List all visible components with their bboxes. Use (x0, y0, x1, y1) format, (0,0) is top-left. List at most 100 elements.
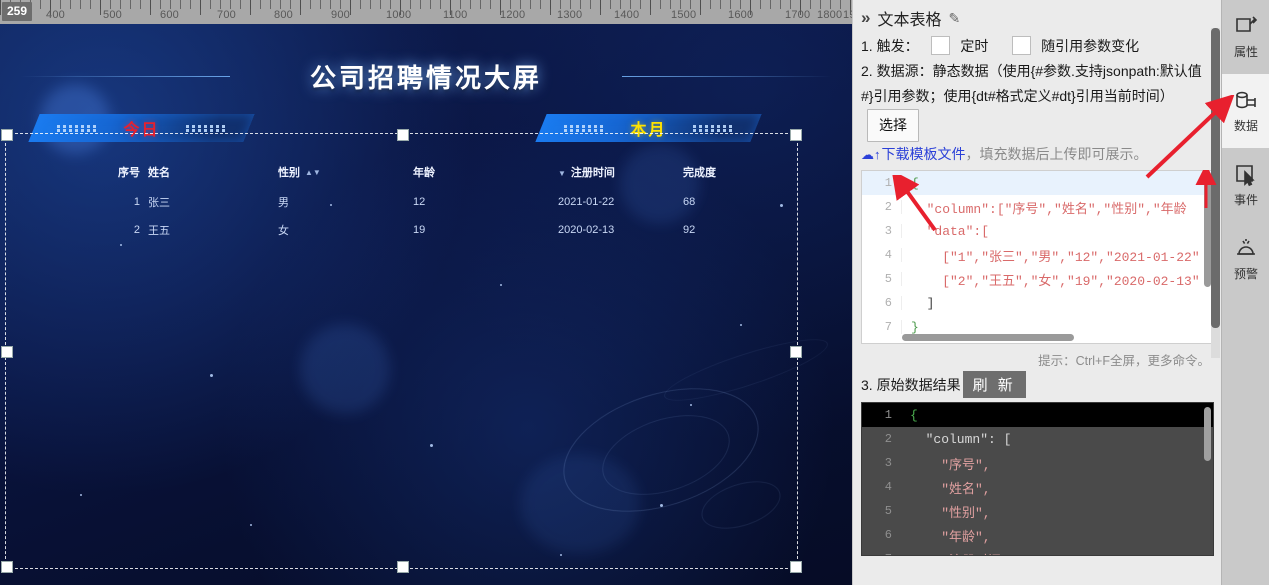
checkbox-param-change[interactable] (1012, 36, 1032, 55)
checkbox-timer-label: 定时 (960, 38, 989, 54)
rail-item-data[interactable]: 数据 (1222, 74, 1269, 148)
ruler-tick-label: 1500 (671, 9, 697, 21)
ruler-tick-label: 1200 (500, 9, 526, 21)
right-icon-rail: 属性 数据 事件 预警 (1221, 0, 1269, 585)
app-root: 259 400 500 600 700 800 900 1000 1100 12… (0, 0, 1269, 585)
dashboard-canvas[interactable]: 公司招聘情况大屏 今日 本月 序号 姓名 性别 ▲▼ 年龄 ▼ 注册时间 完成度… (0, 24, 852, 585)
ruler-position-badge: 259 (2, 2, 33, 21)
filter-icon[interactable]: ▼ (558, 169, 566, 178)
col-header-gender[interactable]: 性别 ▲▼ (278, 160, 413, 188)
editor-line[interactable]: 1 { (862, 171, 1213, 195)
editor-line[interactable]: 4 ["1","张三","男","12","2021-01-22" (862, 243, 1213, 267)
refresh-button[interactable]: 刷 新 (962, 371, 1026, 398)
resize-handle-nw[interactable] (1, 129, 13, 141)
col-header-index[interactable]: 序号 (114, 160, 148, 188)
resize-handle-s[interactable] (396, 561, 409, 573)
cell-name: 王五 (148, 225, 170, 237)
cell-progress: 68 (683, 196, 696, 208)
line-number: 3 (884, 456, 892, 470)
panel-scrollbar[interactable] (1211, 28, 1220, 358)
line-number: 1 (862, 176, 902, 190)
line-number: 1 (884, 408, 892, 422)
col-header-regtime[interactable]: ▼ 注册时间 (558, 160, 683, 188)
download-hint: ，填充数据后上传即可展示。 (965, 146, 1148, 162)
line-content: "序号", (910, 457, 991, 473)
line-content: "姓名", (910, 481, 991, 497)
panel-title: 文本表格 (877, 12, 942, 29)
editor-line[interactable]: 1 { (862, 403, 1213, 427)
editor-line[interactable]: 3 "data":[ (862, 219, 1213, 243)
download-template-link[interactable]: 下载模板文件 (882, 146, 966, 162)
banner-dots-icon (692, 124, 733, 132)
raw-result-editor[interactable]: 1 { 2 "column": [ 3 "序号", 4 "姓名", 5 "性别"… (861, 402, 1214, 556)
line-content: "年龄", (910, 529, 991, 545)
ruler-tick-label: 800 (274, 9, 293, 21)
line-content: } (911, 319, 919, 335)
properties-icon (1233, 14, 1259, 40)
checkbox-timer[interactable] (931, 36, 951, 55)
cell-gender: 女 (278, 225, 289, 237)
table-row[interactable]: 1 张三 男 12 2021-01-22 68 (114, 188, 787, 216)
resize-handle-se[interactable] (790, 561, 802, 573)
ruler-tick-label: 1000 (386, 9, 412, 21)
editor-line[interactable]: 2 "column": [ (862, 427, 1213, 451)
line-content: "data":[ (911, 223, 990, 239)
resize-handle-ne[interactable] (790, 129, 802, 141)
result-section: 3. 原始数据结果 刷 新 (853, 371, 1222, 398)
line-number: 3 (862, 224, 902, 238)
line-number: 5 (862, 272, 902, 286)
rail-item-alarm[interactable]: 预警 (1222, 222, 1269, 296)
editor-line[interactable]: 5 ["2","王五","女","19","2020-02-13" (862, 267, 1213, 291)
download-row: ☁↑下载模板文件，填充数据后上传即可展示。 (853, 142, 1222, 168)
editor-vscrollbar[interactable] (1204, 175, 1211, 331)
table-header-row: 序号 姓名 性别 ▲▼ 年龄 ▼ 注册时间 完成度 (114, 160, 787, 188)
editor-line[interactable]: 5 "性别", (862, 499, 1213, 523)
cell-index: 1 (133, 196, 140, 208)
col-header-gender-label: 性别 (278, 167, 300, 179)
ruler-major-ticks (0, 0, 852, 15)
line-number: 7 (862, 552, 901, 555)
table-widget[interactable]: 序号 姓名 性别 ▲▼ 年龄 ▼ 注册时间 完成度 1 张三 男 12 2021… (1, 129, 802, 573)
editor-line[interactable]: 6 "年龄", (862, 523, 1213, 547)
line-number: 6 (884, 528, 892, 542)
editor-hscrollbar[interactable] (902, 334, 1199, 341)
ruler-tick-label: 1600 (728, 9, 754, 21)
col-header-regtime-label: 注册时间 (570, 167, 615, 179)
rail-item-events[interactable]: 事件 (1222, 148, 1269, 222)
alarm-bell-icon (1233, 236, 1259, 262)
table-row[interactable]: 2 王五 女 19 2020-02-13 92 (114, 216, 787, 244)
rail-item-properties[interactable]: 属性 (1222, 0, 1269, 74)
line-number: 2 (884, 432, 892, 446)
editor-line[interactable]: 7 "注册时间", (862, 547, 1213, 555)
resize-handle-n[interactable] (396, 129, 409, 141)
line-number: 4 (884, 480, 892, 494)
select-button[interactable]: 选择 (867, 109, 919, 142)
horizontal-ruler[interactable]: 259 400 500 600 700 800 900 1000 1100 12… (0, 0, 852, 25)
dashboard-title: 公司招聘情况大屏 (309, 63, 542, 93)
rail-label-events: 事件 (1233, 193, 1258, 207)
editor-dark-vscrollbar[interactable] (1204, 407, 1211, 543)
col-header-name[interactable]: 姓名 (148, 160, 278, 188)
editor-line[interactable]: 2 "column":["序号","姓名","性别","年龄 (862, 195, 1213, 219)
col-header-age[interactable]: 年龄 (413, 160, 558, 188)
ruler-tick-label: 1700 (785, 9, 811, 21)
cell-regtime: 2020-02-13 (558, 224, 615, 236)
editor-tip: 提示：Ctrl+F全屏，更多命令。 (1038, 354, 1210, 368)
ruler-tick-label: 600 (160, 9, 179, 21)
pencil-icon[interactable]: ✎ (948, 10, 960, 27)
rail-label-properties: 属性 (1233, 45, 1258, 59)
resize-handle-sw[interactable] (1, 561, 13, 573)
settings-panel: » 文本表格 ✎ 1. 触发： 定时 随引用参数变化 2. 数据源：静态数据（使… (852, 0, 1222, 585)
cloud-upload-icon: ☁↑ (861, 147, 881, 162)
static-data-editor[interactable]: 1 { 2 "column":["序号","姓名","性别","年龄 3 "da… (861, 170, 1214, 344)
resize-handle-w[interactable] (1, 346, 13, 358)
chevron-right-icon[interactable]: » (861, 8, 870, 28)
editor-line[interactable]: 6 ] (862, 291, 1213, 315)
editor-line[interactable]: 4 "姓名", (862, 475, 1213, 499)
ruler-tick-label: 900 (331, 9, 350, 21)
col-header-progress[interactable]: 完成度 (683, 160, 787, 188)
resize-handle-e[interactable] (790, 346, 802, 358)
editor-line[interactable]: 3 "序号", (862, 451, 1213, 475)
sort-icon[interactable]: ▲▼ (305, 169, 321, 177)
cursor-select-icon (1233, 162, 1259, 188)
